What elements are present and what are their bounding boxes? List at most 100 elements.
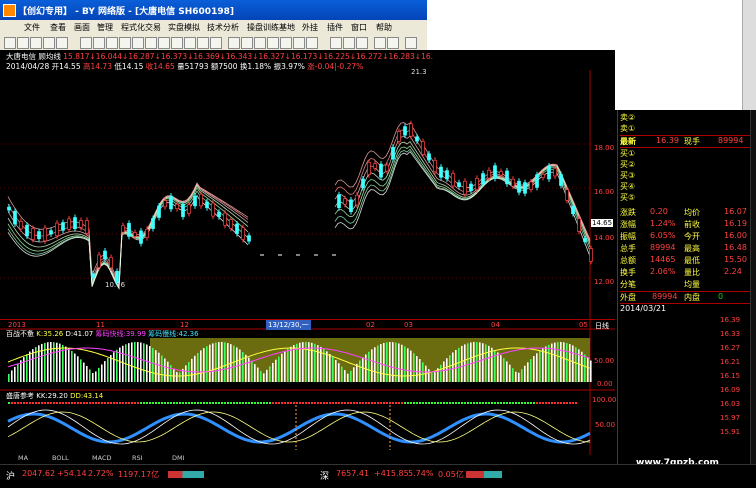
panel2-bar [380, 344, 382, 382]
toolbar-button[interactable] [210, 37, 222, 49]
tab-boll[interactable]: BOLL [52, 454, 69, 462]
toolbar-button[interactable] [132, 37, 144, 49]
indicator-name: 顾均线 [38, 52, 61, 61]
panel3-signal-dot [104, 402, 106, 404]
panel3-signal-dot [341, 402, 343, 404]
sz-percent: 5.74% [408, 469, 434, 478]
candle-body [175, 203, 179, 210]
stat-value: 16.00 [724, 231, 747, 240]
toolbar-button[interactable] [267, 37, 279, 49]
candle-body [469, 183, 473, 192]
panel2-bar [356, 363, 358, 382]
toolbar-button[interactable] [387, 37, 399, 49]
tab-ma[interactable]: MA [18, 454, 28, 462]
menu-training[interactable]: 操盘训练基地 [247, 22, 295, 33]
menu-window[interactable]: 窗口 [351, 22, 367, 33]
panel2-bar [266, 369, 268, 382]
toolbar-button[interactable] [43, 37, 55, 49]
toolbar-button[interactable] [241, 37, 253, 49]
candle-body [85, 220, 89, 234]
panel3-signal-dot [248, 402, 250, 404]
toolbar-button[interactable] [80, 37, 92, 49]
toolbar-button[interactable] [145, 37, 157, 49]
panel3-signal-dot [257, 402, 259, 404]
candle-body [463, 180, 467, 195]
panel2-bar [371, 349, 373, 382]
panel2-bar [590, 360, 592, 382]
panel3-signal-dot [11, 402, 13, 404]
menu-plugins[interactable]: 插件 [327, 22, 343, 33]
panel3-signal-dot [488, 402, 490, 404]
toolbar-button[interactable] [280, 37, 292, 49]
toolbar-button[interactable] [356, 37, 368, 49]
candle-body [355, 194, 359, 206]
panel2-bar [77, 356, 79, 382]
buy-level-5: 买⑤ [620, 193, 636, 202]
scrollbar[interactable] [742, 0, 756, 110]
candle-body [241, 227, 245, 240]
stat-label: 最低 [684, 256, 700, 265]
quote-stat-row: 换手 2.06% 量比 2.24 [620, 267, 755, 278]
toolbar-button[interactable] [374, 37, 386, 49]
stat-label: 今开 [684, 232, 700, 241]
panel3-signal-dot [59, 402, 61, 404]
tick-scrollbar[interactable] [750, 110, 756, 464]
menu-view[interactable]: 查看 [50, 22, 66, 33]
candle-body [583, 238, 587, 242]
menu-help[interactable]: 帮助 [376, 22, 392, 33]
tab-dmi[interactable]: DMI [172, 454, 185, 462]
panel2-bar [554, 342, 556, 382]
x-tick: 2013 [8, 321, 26, 329]
toolbar-button[interactable] [93, 37, 105, 49]
tab-rsi[interactable]: RSI [132, 454, 143, 462]
panel3-signal-dot [458, 402, 460, 404]
toolbar-button[interactable] [197, 37, 209, 49]
panel2-bar [470, 342, 472, 382]
panel3-signal-dot [95, 402, 97, 404]
candle-body [229, 219, 233, 229]
period-label[interactable]: 日线 [595, 321, 609, 331]
toolbar-button[interactable] [4, 37, 16, 49]
quote-stat-row: 涨幅 1.24% 前收 16.19 [620, 219, 755, 230]
menu-tech-analysis[interactable]: 技术分析 [207, 22, 239, 33]
toolbar-button[interactable] [30, 37, 42, 49]
toolbar-button[interactable] [293, 37, 305, 49]
panel2-bar [14, 366, 16, 382]
stat-label: 分笔 [620, 280, 636, 289]
panel3-signal-dot [398, 402, 400, 404]
panel2-bar [32, 349, 34, 382]
panel3-signal-dot [380, 402, 382, 404]
menu-file[interactable]: 文件 [24, 22, 40, 33]
panel3-signal-dot [497, 402, 499, 404]
panel3-signal-dot [83, 402, 85, 404]
toolbar-button[interactable] [106, 37, 118, 49]
panel3-signal-dot [428, 402, 430, 404]
menu-plugin-ext[interactable]: 外挂 [302, 22, 318, 33]
menu-screen[interactable]: 画面 [74, 22, 90, 33]
toolbar-button[interactable] [56, 37, 68, 49]
tab-macd[interactable]: MACD [92, 454, 111, 462]
panel3-signal-dot [539, 402, 541, 404]
toolbar-button[interactable] [254, 37, 266, 49]
panel3-signal-dot [152, 402, 154, 404]
toolbar-button[interactable] [17, 37, 29, 49]
panel2-bar [185, 365, 187, 382]
menu-sim-trade[interactable]: 实盘模拟 [168, 22, 200, 33]
menu-bar: 文件 查看 画面 管理 程式化交易 实盘模拟 技术分析 操盘训练基地 外挂 插件… [0, 20, 427, 35]
toolbar-button[interactable] [184, 37, 196, 49]
toolbar-button[interactable] [343, 37, 355, 49]
panel3-signal-dot [527, 402, 529, 404]
toolbar-button[interactable] [119, 37, 131, 49]
toolbar-button[interactable] [306, 37, 318, 49]
candlestick-chart[interactable] [0, 70, 615, 460]
ma-line [7, 141, 591, 289]
candle-body [547, 165, 551, 180]
toolbar-button[interactable] [158, 37, 170, 49]
toolbar-button[interactable] [228, 37, 240, 49]
menu-manage[interactable]: 管理 [97, 22, 113, 33]
toolbar-button[interactable] [171, 37, 183, 49]
toolbar-button[interactable] [330, 37, 342, 49]
panel3-signal-dot [290, 402, 292, 404]
toolbar-button[interactable] [405, 37, 417, 49]
menu-program-trade[interactable]: 程式化交易 [121, 22, 161, 33]
